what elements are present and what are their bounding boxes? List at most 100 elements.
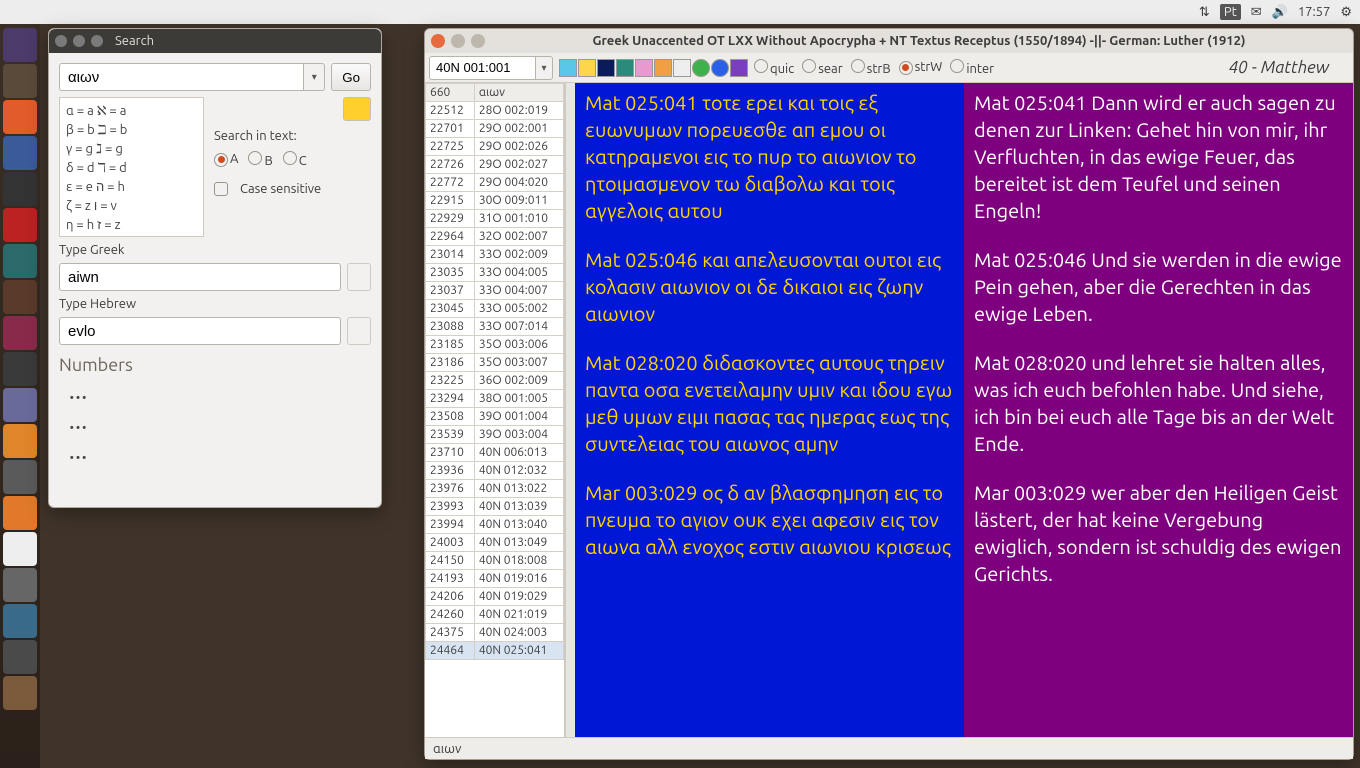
go-button[interactable]: Go — [331, 63, 371, 91]
launcher-tile[interactable] — [3, 64, 37, 98]
tool-icon[interactable] — [711, 59, 729, 77]
transliteration-map[interactable]: α = a ℵ = aβ = b ℶ = bγ = g ℷ = gδ = d ℸ… — [59, 97, 204, 237]
tool-icon[interactable] — [635, 59, 653, 77]
concordance-row[interactable]: 2322536O 002:009 — [426, 372, 564, 390]
verse[interactable]: Mat 025:041 Dann wird er auch sagen zu d… — [974, 89, 1343, 224]
search-input[interactable] — [59, 63, 303, 91]
concordance-row[interactable]: 2318635O 003:007 — [426, 354, 564, 372]
radio-c[interactable] — [283, 151, 297, 165]
concordance-row[interactable]: 2272529O 002:026 — [426, 138, 564, 156]
scrollbar[interactable] — [565, 83, 575, 737]
launcher-tile[interactable] — [3, 280, 37, 314]
tool-icon[interactable] — [559, 59, 577, 77]
concordance-row[interactable]: 2350839O 001:004 — [426, 408, 564, 426]
bible-titlebar[interactable]: Greek Unaccented OT LXX Without Apocryph… — [425, 29, 1353, 53]
concordance-row[interactable]: 2270129O 002:001 — [426, 120, 564, 138]
chevron-down-icon[interactable] — [535, 56, 553, 80]
verse[interactable]: Mat 025:046 και απελευσονται ουτοι εις κ… — [585, 246, 954, 327]
concordance-row[interactable]: 2296432O 002:007 — [426, 228, 564, 246]
concordance-row[interactable]: 2303533O 004:005 — [426, 264, 564, 282]
radio-strW[interactable] — [899, 61, 913, 75]
concordance-row[interactable]: 2251228O 002:019 — [426, 102, 564, 120]
volume-icon[interactable]: 🔊 — [1272, 5, 1288, 20]
launcher-tile[interactable] — [3, 28, 37, 62]
chevron-down-icon[interactable] — [303, 63, 325, 91]
radio-quic[interactable] — [754, 59, 768, 73]
verse[interactable]: Mar 003:029 ος δ αν βλασφημηση εις το πν… — [585, 479, 954, 560]
greek-text-pane[interactable]: Mat 025:041 τοτε ερει και τοις εξ ευωνυμ… — [575, 83, 964, 737]
launcher-tile[interactable] — [3, 244, 37, 278]
concordance-row[interactable]: 2272629O 002:027 — [426, 156, 564, 174]
network-icon[interactable]: ⇅ — [1199, 5, 1210, 20]
radio-sear[interactable] — [802, 59, 816, 73]
concordance-row[interactable]: 2304533O 005:002 — [426, 300, 564, 318]
verse-reference-combo[interactable] — [429, 56, 553, 80]
concordance-row[interactable]: 2353939O 003:004 — [426, 426, 564, 444]
launcher-tile[interactable] — [3, 532, 37, 566]
gear-icon[interactable] — [673, 59, 691, 77]
launcher-tile[interactable] — [3, 604, 37, 638]
type-greek-input[interactable] — [59, 263, 341, 291]
tool-icon[interactable] — [730, 59, 748, 77]
concordance-row[interactable]: 2277229O 004:020 — [426, 174, 564, 192]
keyboard-indicator[interactable]: Pt — [1220, 4, 1241, 20]
tool-icon[interactable] — [692, 59, 710, 77]
gear-icon[interactable]: ⚙ — [1340, 5, 1352, 20]
launcher-tile[interactable] — [3, 208, 37, 242]
number-slot[interactable]: … — [59, 381, 371, 405]
highlight-icon[interactable] — [343, 97, 371, 121]
launcher-tile[interactable] — [3, 136, 37, 170]
verse[interactable]: Mar 003:029 wer aber den Heiligen Geist … — [974, 479, 1343, 587]
concordance-row[interactable]: 2400340N 013:049 — [426, 534, 564, 552]
radio-a[interactable] — [214, 153, 228, 167]
concordance-row[interactable]: 2399440N 013:040 — [426, 516, 564, 534]
verse[interactable]: Mat 028:020 und lehret sie halten alles,… — [974, 349, 1343, 457]
concordance-row[interactable]: 2399340N 013:039 — [426, 498, 564, 516]
launcher-tile[interactable] — [3, 352, 37, 386]
mail-icon[interactable]: ✉ — [1251, 5, 1262, 20]
radio-inter[interactable] — [950, 59, 964, 73]
launcher-tile[interactable] — [3, 172, 37, 206]
launcher-tile[interactable] — [3, 388, 37, 422]
minimize-icon[interactable] — [451, 34, 465, 48]
launcher-tile[interactable] — [3, 424, 37, 458]
concordance-row[interactable]: 2446440N 025:041 — [426, 642, 564, 660]
maximize-icon[interactable] — [471, 34, 485, 48]
launcher-tile[interactable] — [3, 100, 37, 134]
concordance-row[interactable]: 2318535O 003:006 — [426, 336, 564, 354]
launcher-tile[interactable] — [3, 496, 37, 530]
launcher-tile[interactable] — [3, 316, 37, 350]
concordance-row[interactable]: 2291530O 009:011 — [426, 192, 564, 210]
tool-icon[interactable] — [654, 59, 672, 77]
concordance-row[interactable]: 2371040N 006:013 — [426, 444, 564, 462]
case-sensitive-checkbox[interactable] — [214, 182, 228, 196]
launcher-tile[interactable] — [3, 676, 37, 710]
concordance-row[interactable]: 2419340N 019:016 — [426, 570, 564, 588]
launcher-tile[interactable] — [3, 640, 37, 674]
verse[interactable]: Mat 025:041 τοτε ερει και τοις εξ ευωνυμ… — [585, 89, 954, 224]
verse-reference-input[interactable] — [429, 56, 535, 80]
tool-icon[interactable] — [597, 59, 615, 77]
concordance-row[interactable]: 2397640N 013:022 — [426, 480, 564, 498]
concordance-row[interactable]: 2301433O 002:009 — [426, 246, 564, 264]
minimize-icon[interactable] — [73, 35, 85, 47]
number-slot[interactable]: … — [59, 411, 371, 435]
radio-strB[interactable] — [851, 59, 865, 73]
number-slot[interactable]: … — [59, 441, 371, 465]
concordance-row[interactable]: 2292931O 001:010 — [426, 210, 564, 228]
close-icon[interactable] — [431, 34, 445, 48]
concordance-row[interactable]: 2393640N 012:032 — [426, 462, 564, 480]
concordance-row[interactable]: 2415040N 018:008 — [426, 552, 564, 570]
concordance-row[interactable]: 2308833O 007:014 — [426, 318, 564, 336]
type-hebrew-input[interactable] — [59, 317, 341, 345]
close-icon[interactable] — [55, 35, 67, 47]
clock[interactable]: 17:57 — [1298, 5, 1331, 19]
search-combo[interactable] — [59, 63, 325, 91]
tool-icon[interactable] — [616, 59, 634, 77]
concordance-list[interactable]: 660αιων2251228O 002:0192270129O 002:0012… — [425, 83, 565, 737]
verse[interactable]: Mat 025:046 Und sie werden in die ewige … — [974, 246, 1343, 327]
concordance-row[interactable]: 2420640N 019:029 — [426, 588, 564, 606]
concordance-row[interactable]: 2437540N 024:003 — [426, 624, 564, 642]
verse[interactable]: Mat 028:020 διδασκοντες αυτους τηρειν πα… — [585, 349, 954, 457]
concordance-row[interactable]: 2303733O 004:007 — [426, 282, 564, 300]
